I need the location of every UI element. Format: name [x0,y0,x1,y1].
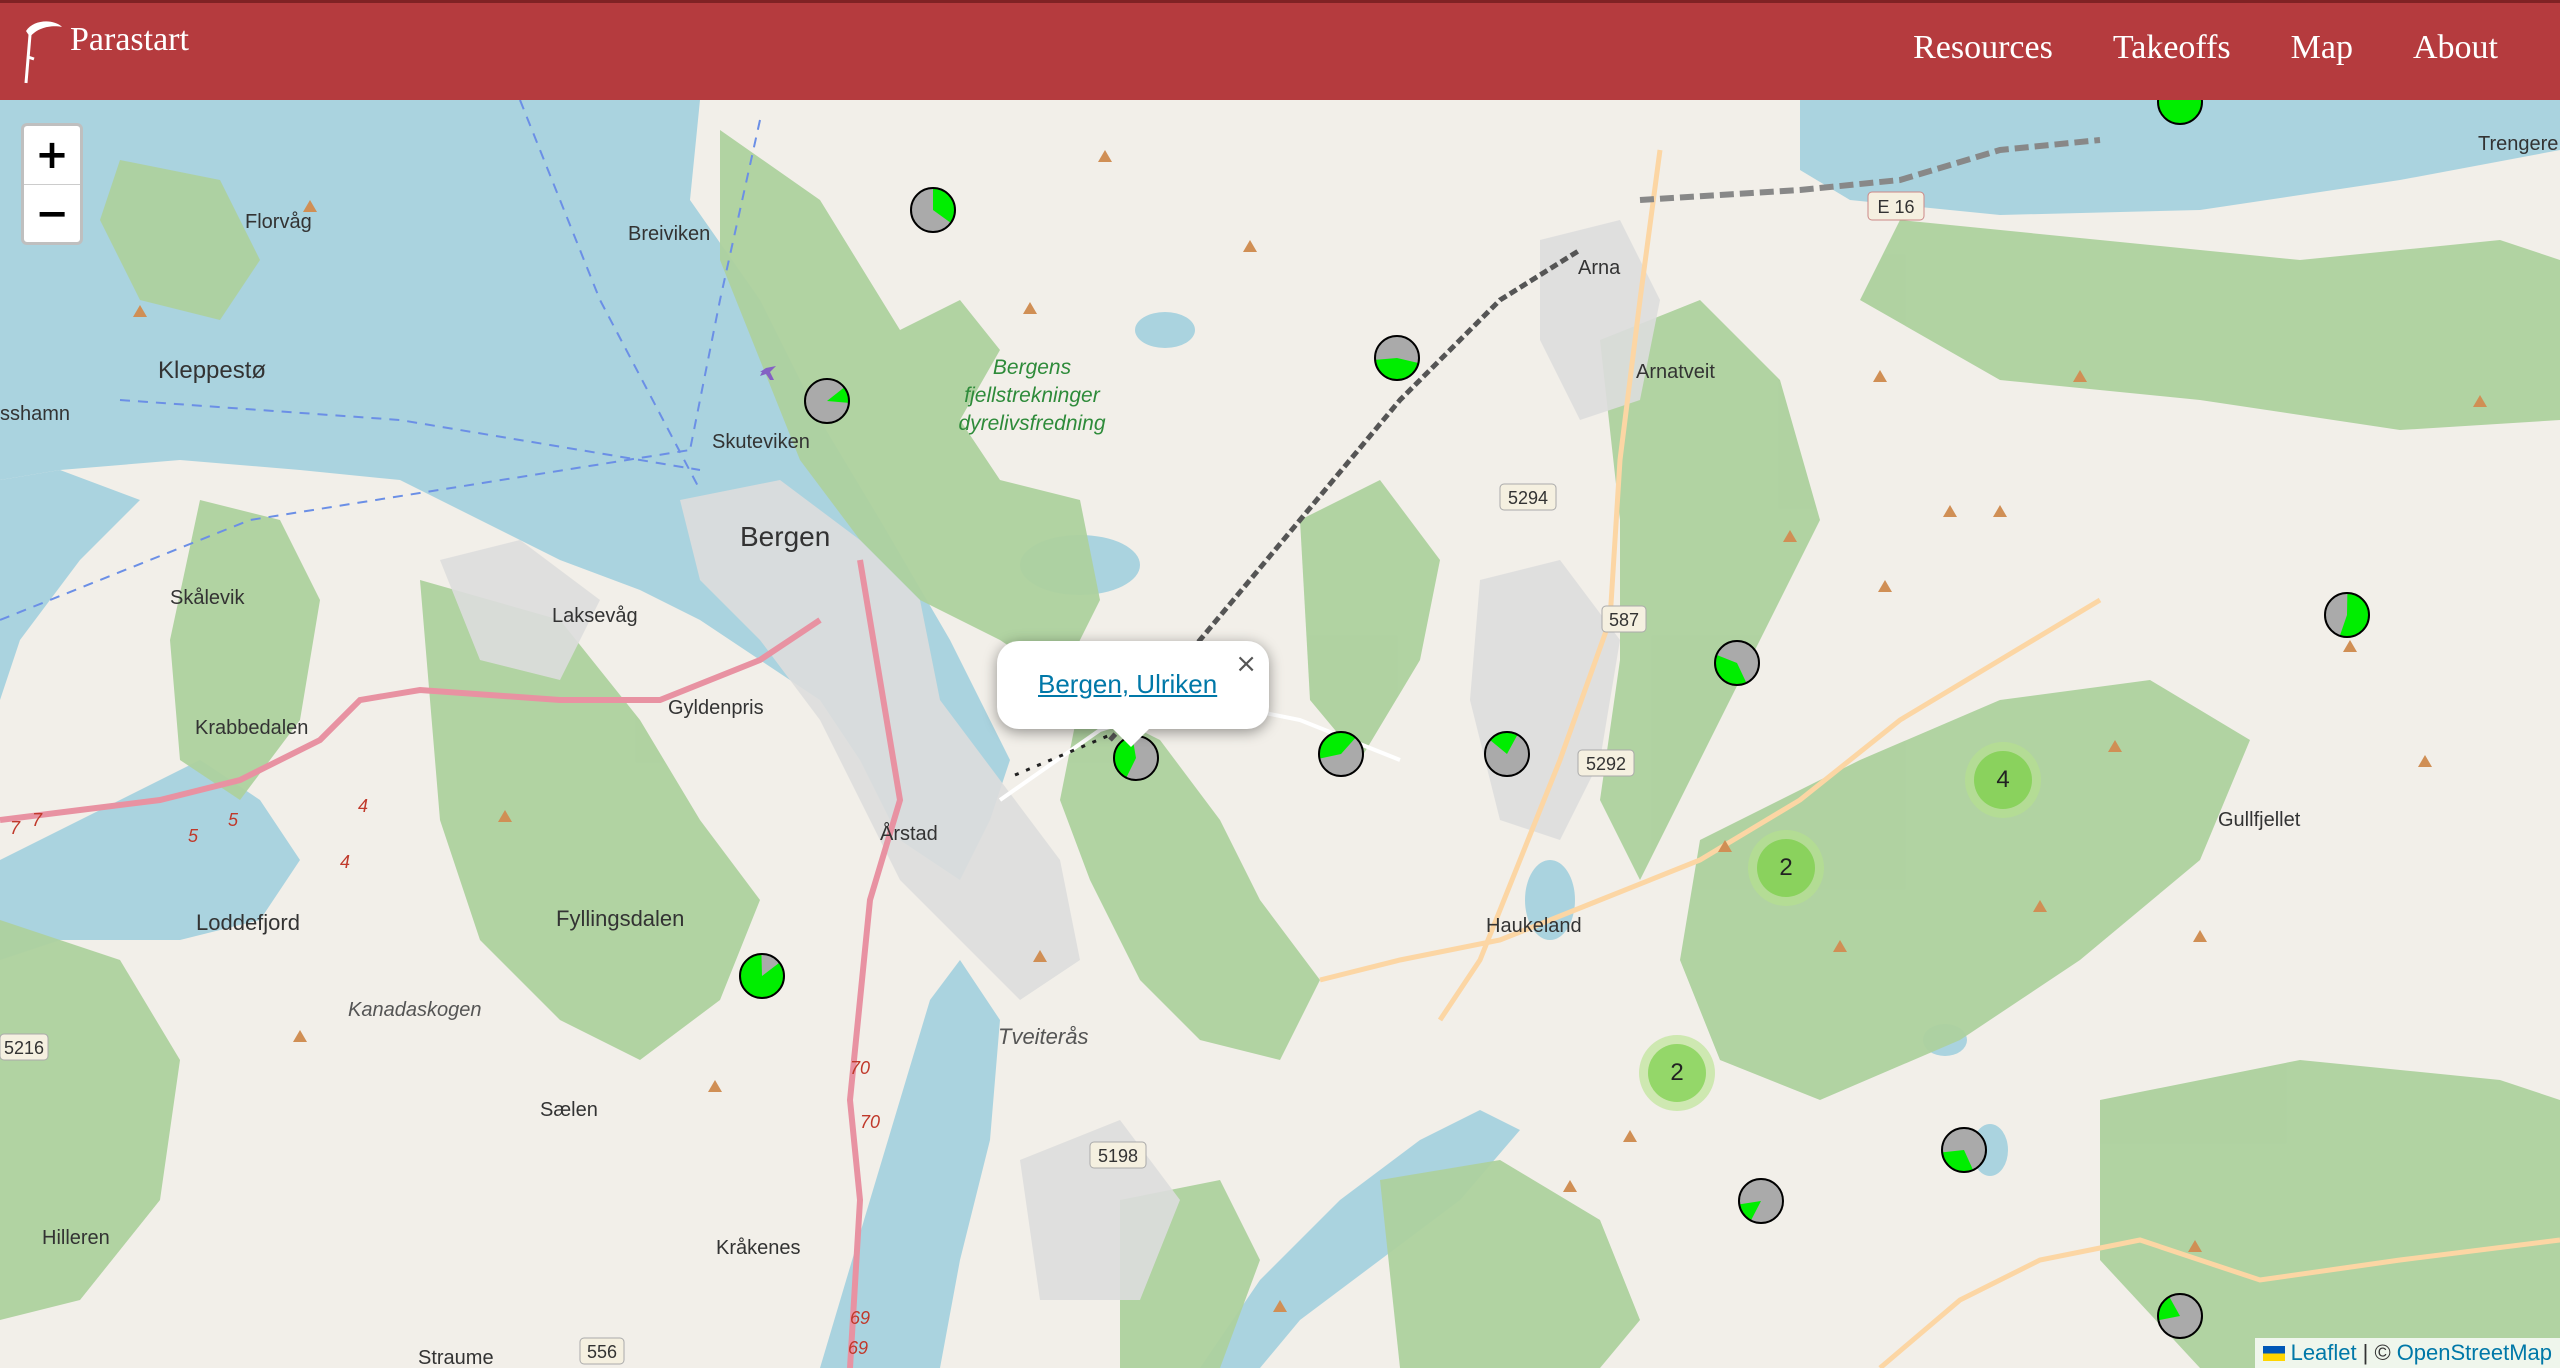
label-reserve-1: Bergens [993,356,1072,379]
popup-tip [1111,727,1151,747]
label-krakenes: Kråkenes [716,1237,801,1259]
pie-background [2158,100,2202,124]
attribution-separator: | © [2362,1340,2391,1365]
label-trengereid: Trengere [2478,133,2558,155]
road-5198: 5198 [1098,1146,1138,1166]
label-florvag: Florvåg [245,211,312,233]
label-reserve-3: dyrelivsfredning [958,412,1105,435]
road-4b: 4 [340,852,350,872]
label-haukeland: Haukeland [1486,915,1582,937]
map-labels: Florvåg Breiviken Kleppestø sshamn Skute… [0,133,2558,1368]
top-navbar: Parastart Resources Takeoffs Map About [0,0,2560,100]
road-5a: 5 [188,826,199,846]
paraglider-logo-icon [24,21,62,84]
marker-10[interactable] [2155,100,2205,127]
osm-link[interactable]: OpenStreetMap [2397,1340,2552,1366]
label-krabbedalen: Krabbedalen [195,717,308,739]
label-hilleren: Hilleren [42,1227,110,1249]
road-5b: 5 [228,810,239,830]
label-bergen: Bergen [740,521,830,552]
leaflet-link[interactable]: Leaflet [2291,1340,2357,1366]
label-arstad: Årstad [880,822,938,845]
label-skuteviken: Skuteviken [712,431,810,453]
label-sshamn: sshamn [0,403,70,425]
nav-links: Resources Takeoffs Map About [1913,29,2498,67]
road-69b: 69 [848,1338,868,1358]
label-gyldenpris: Gyldenpris [668,697,764,719]
ukraine-flag-icon [2262,1345,2285,1361]
marker-11[interactable] [1939,1125,1989,1175]
map-container[interactable]: Florvåg Breiviken Kleppestø sshamn Skute… [0,100,2560,1368]
popup-close-button[interactable]: × [1235,649,1257,679]
road-70b: 70 [860,1112,880,1132]
marker-2[interactable] [802,376,852,426]
label-arnatveit: Arnatveit [1636,361,1715,383]
zoom-out-button[interactable]: − [24,184,80,243]
label-gullfjellet: Gullfjellet [2218,809,2301,831]
cluster-count: 2 [1757,839,1815,897]
label-arna: Arna [1578,257,1621,279]
label-skalevik: Skålevik [170,587,245,609]
label-kleppesto: Kleppestø [158,357,266,384]
label-loddefjord: Loddefjord [196,910,300,935]
nav-takeoffs[interactable]: Takeoffs [2113,29,2231,67]
marker-1[interactable] [908,185,958,235]
cluster-2a[interactable]: 2 [1748,830,1824,906]
cluster-count: 4 [1974,751,2032,809]
road-556: 556 [587,1342,617,1362]
label-saelen: Sælen [540,1099,598,1121]
marker-12[interactable] [1736,1176,1786,1226]
brand-name: Parastart [70,21,189,58]
road-69a: 69 [850,1308,870,1328]
label-tveiteras: Tveiterås [998,1024,1088,1049]
popup-takeoff-link[interactable]: Bergen, Ulriken [1038,669,1217,700]
takeoff-popup: Bergen, Ulriken × [997,641,1269,747]
road-7a: 7 [10,818,21,838]
zoom-in-button[interactable]: + [24,126,80,184]
marker-13[interactable] [2155,1291,2205,1341]
cluster-4[interactable]: 4 [1965,742,2041,818]
zoom-control: + − [21,123,83,245]
label-reserve-2: fjellstrekninger [964,384,1100,407]
cluster-2b[interactable]: 2 [1639,1035,1715,1111]
label-breiviken: Breiviken [628,223,710,245]
label-laksevag: Laksevåg [552,605,638,627]
road-5216: 5216 [4,1038,44,1058]
road-587: 587 [1609,610,1639,630]
marker-7[interactable] [1482,729,1532,779]
label-fyllingsdalen: Fyllingsdalen [556,906,684,931]
label-kanadaskogen: Kanadaskogen [348,999,481,1021]
marker-9[interactable] [737,951,787,1001]
road-5292: 5292 [1586,754,1626,774]
road-5294: 5294 [1508,488,1548,508]
road-70a: 70 [850,1058,870,1078]
road-7b: 7 [32,810,43,830]
cluster-count: 2 [1648,1044,1706,1102]
nav-map[interactable]: Map [2291,29,2353,67]
road-4a: 4 [358,796,368,816]
road-e16: E 16 [1877,197,1914,217]
marker-8[interactable] [2322,590,2372,640]
map-attribution: Leaflet | © OpenStreetMap [2254,1338,2560,1368]
brand[interactable]: Parastart [20,17,189,87]
marker-4[interactable] [1712,638,1762,688]
marker-6[interactable] [1316,729,1366,779]
nav-resources[interactable]: Resources [1913,29,2053,67]
marker-3[interactable] [1372,333,1422,383]
nav-about[interactable]: About [2413,29,2498,67]
label-straume: Straume [418,1347,494,1368]
